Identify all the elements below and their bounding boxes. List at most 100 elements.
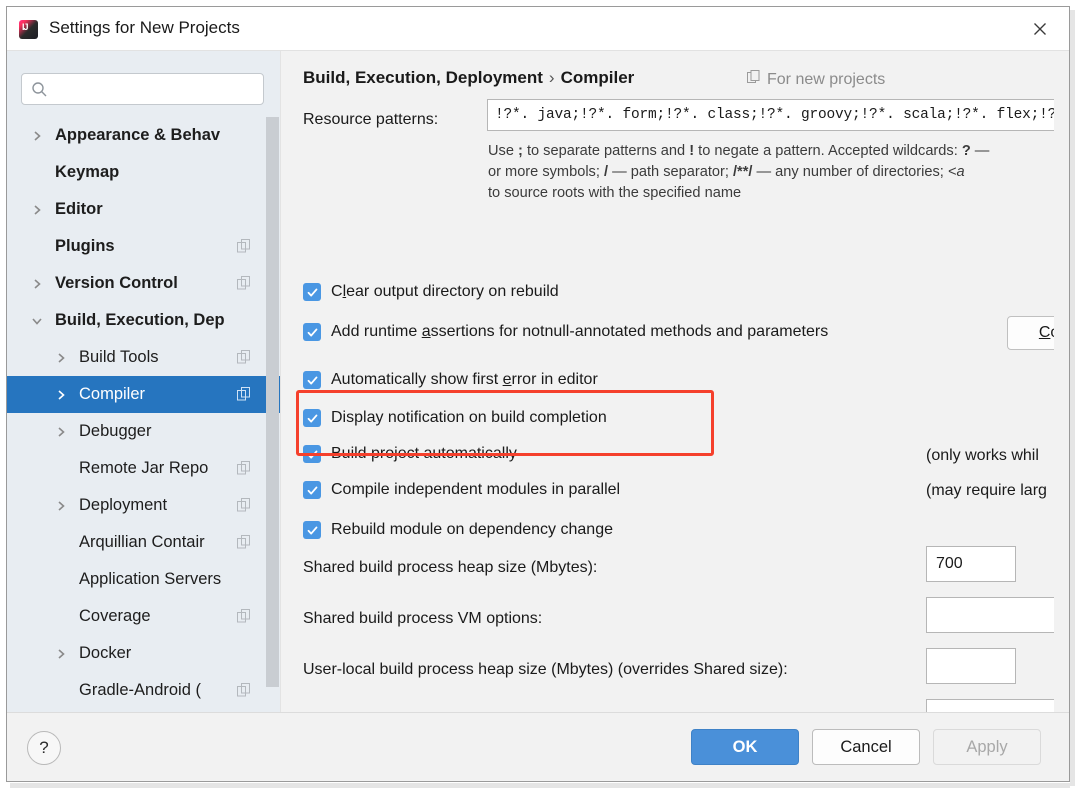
checkbox-build-project-automatically[interactable]: Build project automatically xyxy=(303,445,517,463)
checkbox-label: Add runtime assertions for notnull-annot… xyxy=(331,323,828,341)
sidebar-item-label: Remote Jar Repo xyxy=(79,459,209,477)
compiler-settings-panel: Build, Execution, Deployment › Compiler Fo… xyxy=(280,51,1069,713)
sidebar-item-docker[interactable]: Docker xyxy=(7,635,280,672)
shared-vm-input[interactable] xyxy=(926,597,1069,633)
shared-heap-label: Shared build process heap size (Mbytes): xyxy=(303,559,598,576)
search-icon xyxy=(31,81,48,98)
copy-badge-icon xyxy=(237,498,252,513)
checkbox-label-mnemonic: e xyxy=(502,371,512,388)
sidebar-item-keymap[interactable]: Keymap xyxy=(7,154,280,191)
sidebar-item-appearance-behav[interactable]: Appearance & Behav xyxy=(7,117,280,154)
screenshot-root: Settings for New Projects Appearanc xyxy=(0,0,1080,801)
sidebar-item-build-execution-dep[interactable]: Build, Execution, Dep xyxy=(7,302,280,339)
checkbox-add-runtime-assertions-for[interactable]: Add runtime assertions for notnull-annot… xyxy=(303,323,828,341)
hint-1b: to separate patterns and xyxy=(522,143,690,159)
settings-sidebar: Appearance & Behav Keymap Editor Plugins Ver… xyxy=(7,51,280,713)
sidebar-item-debugger[interactable]: Debugger xyxy=(7,413,280,450)
checkbox-clear-output-directory-on[interactable]: Clear output directory on rebuild xyxy=(303,283,559,301)
userlocal-vm-input[interactable] xyxy=(926,699,1069,713)
sidebar-item-label: Application Servers xyxy=(79,570,222,588)
userlocal-heap-label: User-local build process heap size (Mbyt… xyxy=(303,661,788,678)
breadcrumb-leaf: Compiler xyxy=(560,68,635,87)
checkbox-label: Display notification on build completion xyxy=(331,409,607,427)
chevron-right-icon[interactable] xyxy=(53,350,69,366)
checkmark-icon xyxy=(303,323,321,341)
checkmark-icon xyxy=(303,283,321,301)
sidebar-item-label: Debugger xyxy=(79,422,152,440)
hint-2d: <a xyxy=(947,164,965,180)
copy-badge-icon xyxy=(237,350,252,365)
sidebar-item-label: Version Control xyxy=(55,274,178,292)
apply-button[interactable]: Apply xyxy=(933,729,1041,765)
checkbox-label-post: ssertions for notnull-annotated methods … xyxy=(430,323,829,340)
sidebar-item-label: Docker xyxy=(79,644,132,662)
chevron-right-icon[interactable] xyxy=(29,202,45,218)
intellij-idea-logo-icon xyxy=(19,20,38,39)
checkbox-label: Clear output directory on rebuild xyxy=(331,283,559,301)
help-button[interactable]: ? xyxy=(27,731,61,765)
hint-2-globstar: /**/ xyxy=(732,164,753,180)
sidebar-item-arquillian-contair[interactable]: Arquillian Contair xyxy=(7,524,280,561)
hint-line-2: or more symbols; / — path separator; /**… xyxy=(488,162,989,183)
sidebar-item-deployment[interactable]: Deployment xyxy=(7,487,280,524)
resource-patterns-label: Resource patterns: xyxy=(303,111,439,128)
chevron-down-icon[interactable] xyxy=(29,313,45,329)
checkbox-automatically-show-first-error[interactable]: Automatically show first error in editor xyxy=(303,371,598,389)
sidebar-item-coverage[interactable]: Coverage xyxy=(7,598,280,635)
sidebar-item-editor[interactable]: Editor xyxy=(7,191,280,228)
sidebar-item-label: Plugins xyxy=(55,237,115,255)
sidebar-item-label: Gradle-Android ( xyxy=(79,681,201,699)
sidebar-item-label: Build Tools xyxy=(79,348,159,366)
window-shadow-right xyxy=(1070,10,1075,786)
sidebar-scrollbar-thumb[interactable] xyxy=(266,117,279,687)
sidebar-item-label: Keymap xyxy=(55,163,120,181)
checkbox-display-notification-on-build[interactable]: Display notification on build completion xyxy=(303,409,607,427)
sidebar-item-version-control[interactable]: Version Control xyxy=(7,265,280,302)
copy-badge-icon xyxy=(747,70,761,89)
search-input[interactable] xyxy=(54,74,258,106)
checkbox-label: Build project automatically xyxy=(331,445,517,463)
sidebar-item-remote-jar-repo[interactable]: Remote Jar Repo xyxy=(7,450,280,487)
userlocal-heap-input[interactable] xyxy=(926,648,1016,684)
checkbox-label-pre: Build project automatically xyxy=(331,445,517,462)
sidebar-item-application-servers[interactable]: Application Servers xyxy=(7,561,280,598)
sidebar-item-label: Coverage xyxy=(79,607,151,625)
for-new-projects-label: For new projects xyxy=(767,70,886,88)
hint-line-3: to source roots with the specified name xyxy=(488,185,742,201)
parallel-compile-note: (may require larg xyxy=(926,482,1047,499)
sidebar-item-label: Deployment xyxy=(79,496,168,514)
checkbox-label-post: rror in editor xyxy=(511,371,598,388)
window-shadow-bottom xyxy=(10,783,1070,788)
checkbox-label-post: ear output directory on rebuild xyxy=(346,283,559,300)
sidebar-item-gradle-android[interactable]: Gradle-Android ( xyxy=(7,672,280,709)
checkbox-compile-independent-modules-in[interactable]: Compile independent modules in parallel xyxy=(303,481,620,499)
chevron-right-icon[interactable] xyxy=(53,387,69,403)
checkmark-icon xyxy=(303,409,321,427)
cancel-button[interactable]: Cancel xyxy=(812,729,920,765)
chevron-right-icon[interactable] xyxy=(53,646,69,662)
main-scrollbar[interactable] xyxy=(1054,51,1069,713)
sidebar-item-label: Editor xyxy=(55,200,103,218)
close-icon[interactable] xyxy=(1023,15,1057,43)
checkbox-label-pre: C xyxy=(331,283,343,300)
resource-patterns-input[interactable]: !?*. java;!?*. form;!?*. class;!?*. groo… xyxy=(487,99,1069,131)
sidebar-item-compiler[interactable]: Compiler xyxy=(7,376,280,413)
shared-heap-input[interactable]: 700 xyxy=(926,546,1016,582)
shared-vm-label: Shared build process VM options: xyxy=(303,610,543,627)
checkbox-rebuild-module-on-dependency[interactable]: Rebuild module on dependency change xyxy=(303,521,613,539)
resource-patterns-value: !?*. java;!?*. form;!?*. class;!?*. groo… xyxy=(495,107,1065,123)
hint-2b: — path separator; xyxy=(608,164,733,180)
ok-button[interactable]: OK xyxy=(691,729,799,765)
configure-mnemonic: C xyxy=(1038,324,1051,341)
chevron-right-icon[interactable] xyxy=(29,276,45,292)
copy-badge-icon xyxy=(237,239,252,254)
search-box[interactable] xyxy=(21,73,264,106)
sidebar-item-build-tools[interactable]: Build Tools xyxy=(7,339,280,376)
chevron-right-icon[interactable] xyxy=(53,498,69,514)
checkmark-icon xyxy=(303,371,321,389)
hint-1c: to negate a pattern. Accepted wildcards: xyxy=(694,143,962,159)
sidebar-item-plugins[interactable]: Plugins xyxy=(7,228,280,265)
chevron-right-icon[interactable] xyxy=(29,128,45,144)
checkbox-label: Compile independent modules in parallel xyxy=(331,481,620,499)
chevron-right-icon[interactable] xyxy=(53,424,69,440)
